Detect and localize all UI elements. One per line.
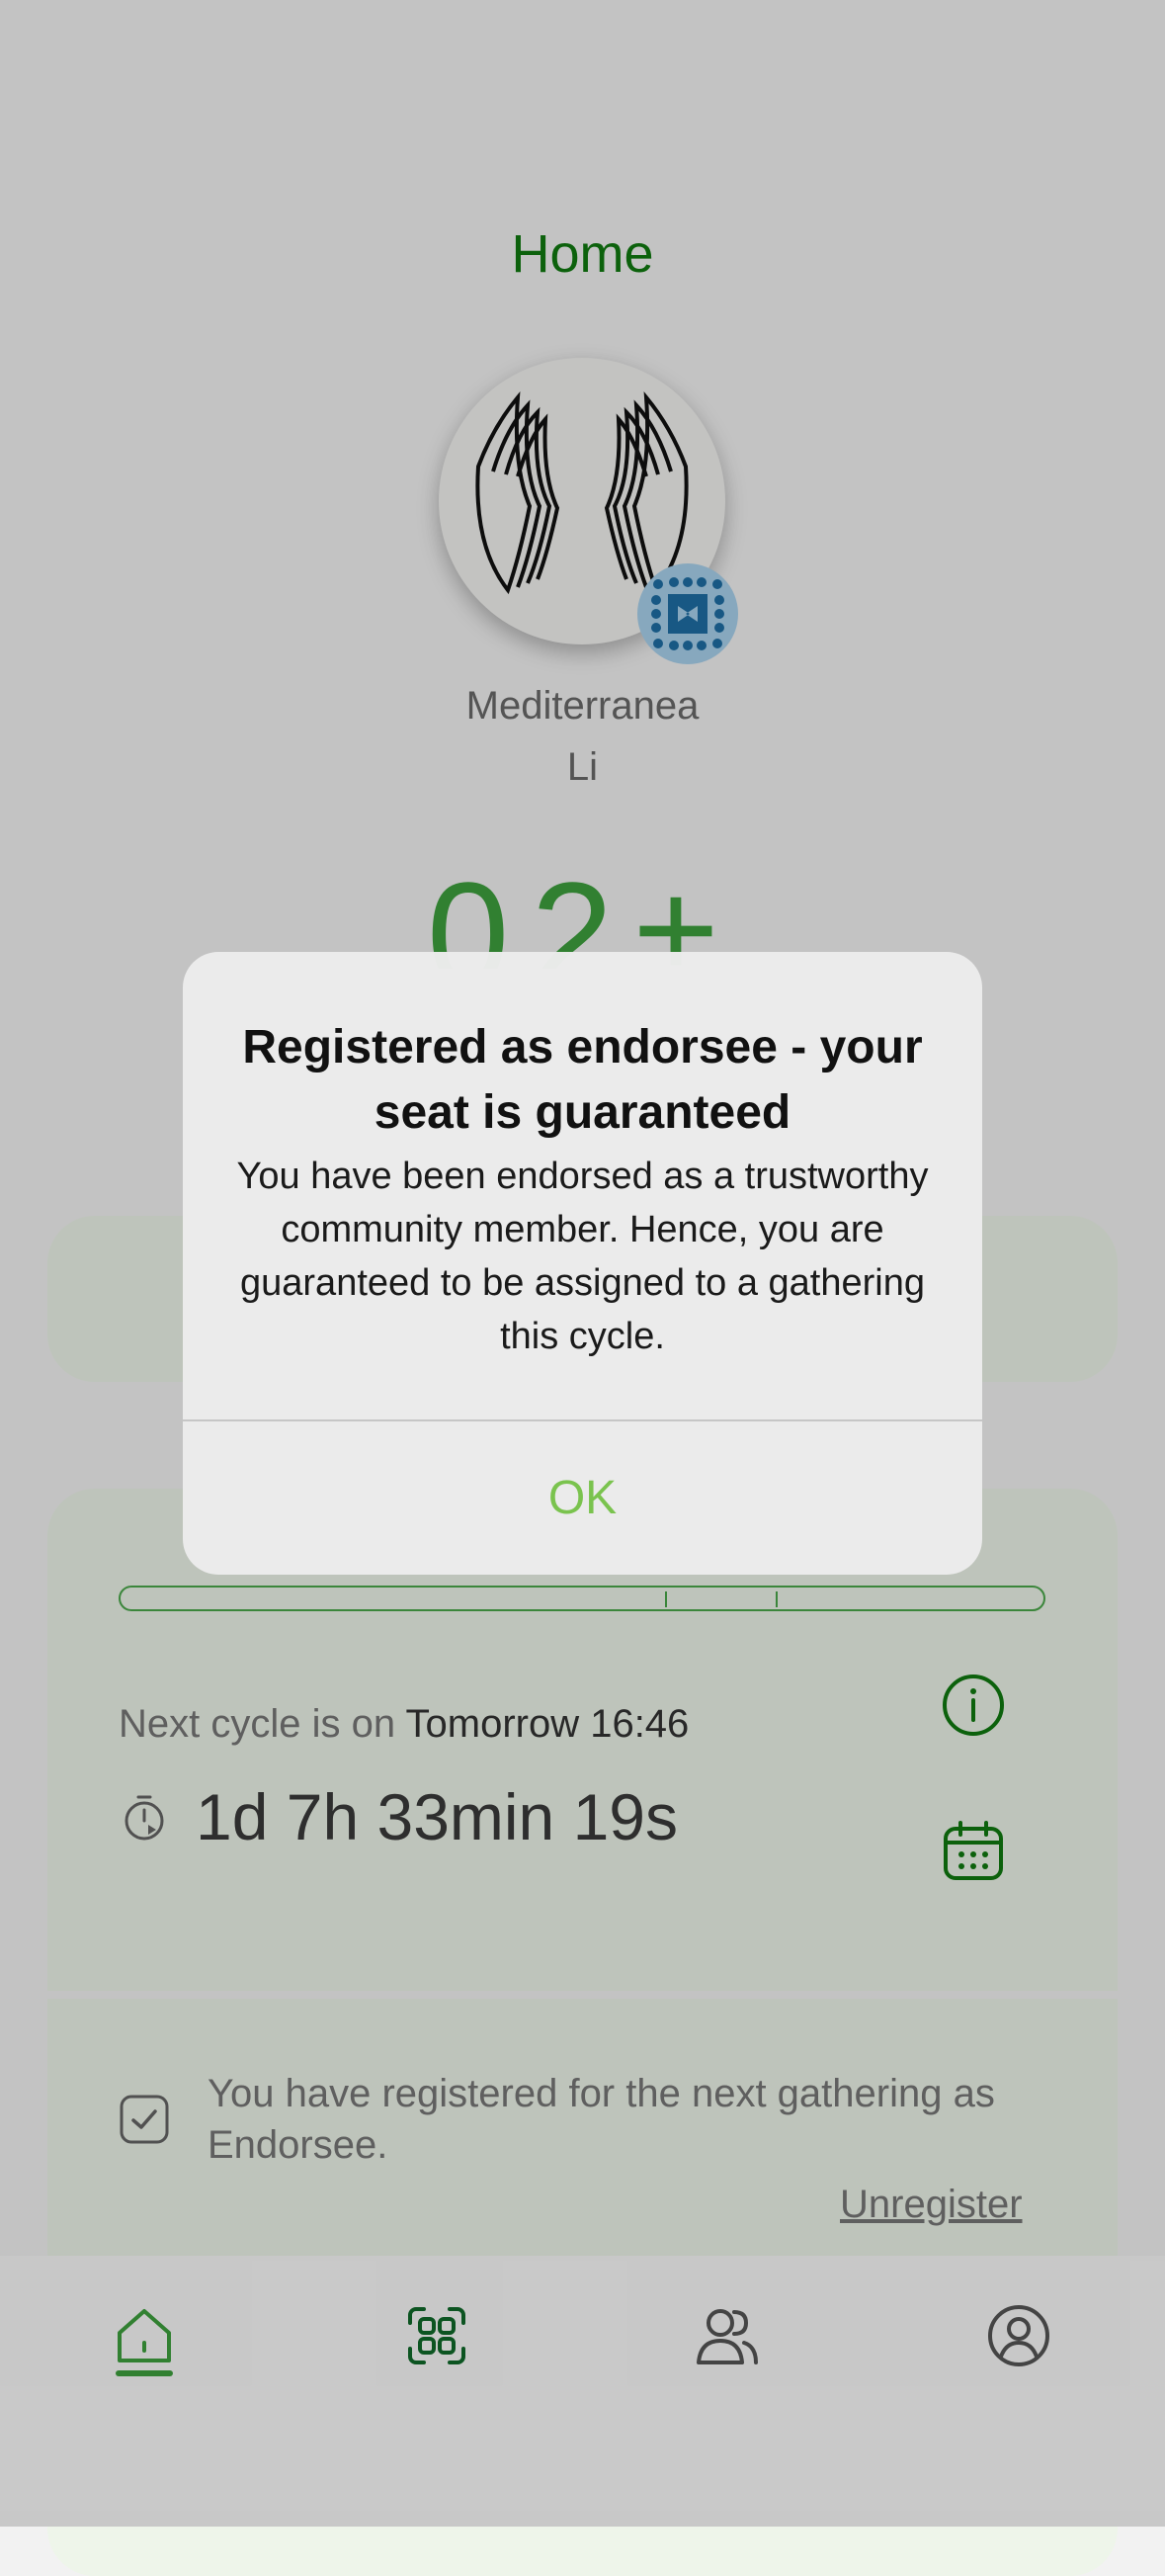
ok-button[interactable]: OK (183, 1421, 982, 1575)
alert-dialog: Registered as endorsee - your seat is gu… (183, 952, 982, 1575)
dialog-message: You have been endorsed as a trustworthy … (236, 1156, 929, 1357)
dialog-title: Registered as endorsee - your seat is gu… (242, 1021, 923, 1139)
